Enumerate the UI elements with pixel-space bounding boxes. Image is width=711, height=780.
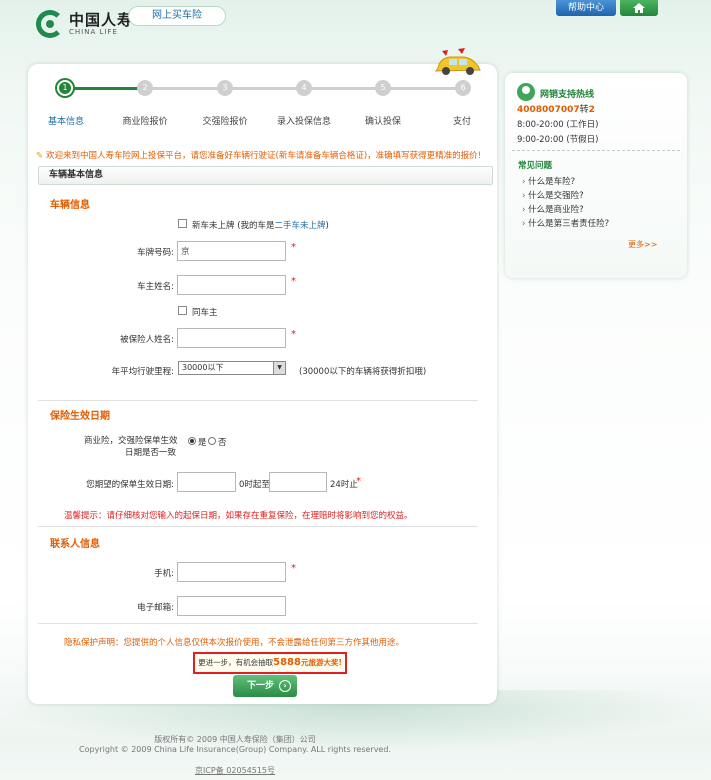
chevron-down-icon: ▼ [273, 362, 285, 374]
step-6-marker: 6 [455, 80, 471, 96]
mileage-select[interactable]: 30000以下 ▼ [178, 361, 286, 375]
hotline-phone: 4008007007 [517, 105, 580, 115]
effective-date-input[interactable] [177, 472, 236, 492]
same-as-owner-checkbox[interactable] [178, 306, 187, 315]
hotline-ext: 2 [588, 105, 595, 115]
step-3-label: 交强险报价 [202, 117, 248, 127]
hours-workday: 8:00-20:00 (工作日) [517, 120, 599, 130]
no-label: 否 [218, 438, 227, 448]
expiry-date-input[interactable] [269, 472, 327, 492]
time-end-text: 24时止 [330, 480, 358, 490]
new-car-checkbox[interactable] [178, 219, 187, 228]
next-step-button[interactable]: 下一步 › [233, 675, 297, 697]
yes-label: 是 [198, 438, 207, 448]
footer-icp-link[interactable]: 京ICP备 02054515号 [0, 765, 470, 776]
insured-name-label: 被保险人姓名: [120, 335, 174, 345]
footer-copyright-en: Copyright © 2009 China Life Insurance(Gr… [79, 745, 391, 754]
help-center-button[interactable]: 帮助中心 [556, 0, 616, 16]
date-warning-tip: 温馨提示：请仔细核对您输入的起保日期，如果存在重复保险，在理赔时将影响到您的权益… [64, 511, 413, 521]
car-mascot-icon [435, 48, 481, 75]
promo-suffix: 元旅游大奖! [300, 658, 342, 667]
hotline-number: 4008007007转2 [517, 102, 595, 115]
logo-mark-icon [36, 10, 64, 38]
notice-text: 欢迎来到中国人寿车险网上投保平台，请您准备好车辆行驶证(新车请准备车辆合格证)，… [46, 151, 482, 161]
home-icon [633, 3, 645, 13]
promo-amount: 5888 [273, 657, 301, 668]
effective-date-section-title: 保险生效日期 [50, 411, 110, 422]
step-3-marker: 3 [217, 80, 233, 96]
faq-more-link[interactable]: 更多>> [628, 239, 657, 250]
contact-section-title: 联系人信息 [50, 539, 100, 550]
owner-name-input[interactable] [177, 275, 286, 295]
same-date-yes-radio[interactable] [188, 437, 196, 445]
support-agent-icon [517, 83, 535, 101]
same-date-label-line1: 商业险，交强险保单生效 [84, 436, 178, 446]
email-input[interactable] [177, 596, 286, 616]
logo-en-text: CHINA LIFE [69, 28, 118, 36]
hours-holiday: 9:00-20:00 (节假日) [517, 135, 599, 145]
divider [38, 400, 478, 401]
time-start-text: 0时起至 [239, 480, 270, 490]
promo-prefix: 更进一步，有机会抽取 [198, 658, 274, 667]
second-hand-link[interactable]: 二手车未上牌 [275, 221, 326, 231]
phone-label: 手机: [154, 569, 174, 579]
faq-link-compulsory[interactable]: 什么是交强险? [522, 189, 584, 201]
step-4-label: 录入投保信息 [276, 117, 331, 127]
email-label: 电子邮箱: [137, 603, 174, 613]
step-2-label: 商业险报价 [122, 117, 168, 127]
home-button[interactable] [620, 0, 658, 16]
pencil-icon: ✎ [36, 151, 44, 161]
new-car-label: 新车未上牌 (我的车是 [192, 221, 275, 231]
section-header: 车辆基本信息 [38, 166, 493, 185]
faq-link-car-insurance[interactable]: 什么是车险? [522, 175, 575, 187]
vehicle-section-title: 车辆信息 [50, 200, 90, 211]
owner-name-label: 车主姓名: [137, 282, 174, 292]
required-marker: * [291, 276, 296, 287]
welcome-notice: ✎ 欢迎来到中国人寿车险网上投保平台，请您准备好车辆行驶证(新车请准备车辆合格证)… [36, 149, 491, 161]
divider [38, 623, 478, 624]
logo-cn-text: 中国人寿 [69, 11, 134, 29]
plate-label: 车牌号码: [137, 248, 174, 258]
plate-number-input[interactable]: 京 [177, 241, 286, 261]
required-marker: * [291, 329, 296, 340]
step-2-marker: 2 [137, 80, 153, 96]
step-4-marker: 4 [296, 80, 312, 96]
footer-copyright-cn: 版权所有© 2009 中国人寿保险（集团）公司 [154, 735, 316, 744]
step-1-label: 基本信息 [47, 117, 84, 127]
mileage-selected-value: 30000以下 [182, 363, 224, 372]
mobile-phone-input[interactable] [177, 562, 286, 582]
required-marker: * [291, 242, 296, 253]
divider [38, 526, 478, 527]
mileage-label: 年平均行驶里程: [111, 367, 174, 377]
faq-title: 常见问题 [518, 161, 553, 171]
china-life-logo[interactable]: 中国人寿 CHINA LIFE [36, 10, 133, 38]
new-car-close: ) [325, 221, 329, 231]
hotline-ext-prefix: 转 [579, 105, 589, 115]
required-marker: * [356, 476, 361, 487]
faq-link-third-party[interactable]: 什么是第三者责任险? [522, 217, 609, 229]
slogan-tab: 网上买车险 [128, 6, 226, 26]
required-marker: * [291, 563, 296, 574]
faq-link-commercial[interactable]: 什么是商业险? [522, 203, 584, 215]
same-date-no-radio[interactable] [208, 437, 216, 445]
mileage-note: (30000以下的车辆将获得折扣哦) [299, 367, 427, 377]
arrow-right-icon: › [279, 680, 291, 692]
promo-banner[interactable]: 更进一步，有机会抽取5888元旅游大奖! [193, 652, 347, 674]
step-5-label: 确认投保 [364, 117, 401, 127]
insured-name-input[interactable] [177, 328, 286, 348]
effective-date-label: 您期望的保单生效日期: [86, 480, 174, 490]
same-date-label-line2: 日期是否一致 [124, 448, 176, 458]
privacy-statement: 隐私保护声明：您提供的个人信息仅供本次报价使用，不会泄露给任何第三方作其他用途。 [64, 638, 405, 648]
step-6-label: 支付 [452, 117, 471, 127]
sidebar-divider [512, 150, 680, 151]
next-step-label: 下一步 [247, 681, 275, 691]
step-5-marker: 5 [375, 80, 391, 96]
hotline-title: 网销支持热线 [540, 90, 595, 100]
progress-fill [66, 87, 146, 90]
same-date-question: 商业险，交强险保单生效 日期是否一致 [84, 434, 178, 458]
new-car-row: 新车未上牌 (我的车是二手车未上牌) [192, 219, 329, 231]
same-as-owner-label: 同车主 [192, 308, 218, 318]
step-1-marker: 1 [57, 80, 73, 96]
